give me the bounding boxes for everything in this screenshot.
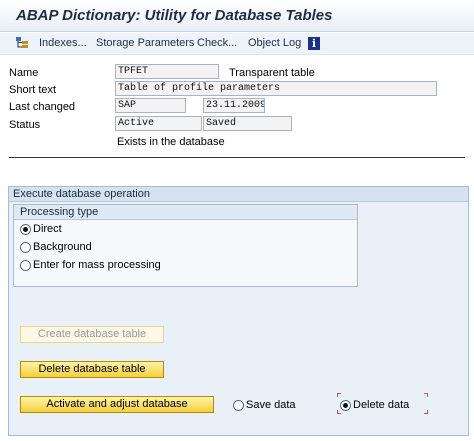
radio-indicator: [233, 399, 244, 411]
short-text-field[interactable]: Table of profile parameters: [115, 81, 437, 96]
radio-background[interactable]: Background: [20, 241, 92, 253]
check-button[interactable]: Check...: [197, 37, 237, 49]
name-label: Name: [9, 67, 39, 79]
radio-background-label: Background: [33, 241, 92, 253]
delete-database-table-button[interactable]: Delete database table: [20, 361, 164, 378]
hierarchy-icon[interactable]: [16, 37, 28, 49]
radio-direct-label: Direct: [33, 223, 62, 235]
radio-indicator: [20, 241, 31, 253]
last-changed-date-field[interactable]: 23.11.2009: [203, 98, 265, 113]
activate-adjust-database-button[interactable]: Activate and adjust database: [20, 396, 214, 413]
status-saved-field[interactable]: Saved: [203, 116, 292, 131]
focus-corner: [424, 393, 428, 397]
radio-indicator: [20, 259, 31, 271]
create-database-table-button[interactable]: Create database table: [20, 326, 164, 343]
short-text-label: Short text: [9, 84, 57, 96]
radio-delete-data[interactable]: Delete data: [340, 399, 409, 411]
focus-corner: [424, 410, 428, 414]
radio-selected-indicator: [20, 223, 31, 235]
application-toolbar: Indexes... Storage Parameters Check... O…: [0, 33, 474, 55]
object-log-button[interactable]: Object Log: [248, 37, 301, 49]
radio-mass-processing[interactable]: Enter for mass processing: [20, 259, 161, 271]
radio-selected-indicator: [340, 399, 351, 411]
page-title: ABAP Dictionary: Utility for Database Ta…: [16, 7, 333, 24]
focus-corner: [337, 393, 341, 397]
table-type-text: Transparent table: [229, 67, 315, 79]
radio-delete-data-label: Delete data: [353, 399, 410, 411]
radio-mass-processing-label: Enter for mass processing: [33, 259, 161, 271]
status-label: Status: [9, 119, 41, 131]
divider: [9, 157, 465, 158]
last-changed-user-field[interactable]: SAP: [115, 98, 186, 113]
execute-operation-title: Execute database operation: [9, 187, 468, 202]
title-bar: ABAP Dictionary: Utility for Database Ta…: [0, 0, 474, 32]
indexes-button[interactable]: Indexes...: [39, 37, 87, 49]
radio-save-data-label: Save data: [246, 399, 296, 411]
info-icon[interactable]: i: [308, 37, 320, 50]
status-active-field[interactable]: Active: [115, 116, 202, 131]
radio-direct[interactable]: Direct: [20, 223, 62, 235]
last-changed-label: Last changed: [9, 101, 76, 113]
db-state-text: Exists in the database: [117, 136, 225, 148]
processing-type-title: Processing type: [14, 205, 357, 220]
storage-parameters-button[interactable]: Storage Parameters: [96, 37, 194, 49]
name-field[interactable]: TPFET: [115, 64, 219, 79]
radio-save-data[interactable]: Save data: [233, 399, 296, 411]
